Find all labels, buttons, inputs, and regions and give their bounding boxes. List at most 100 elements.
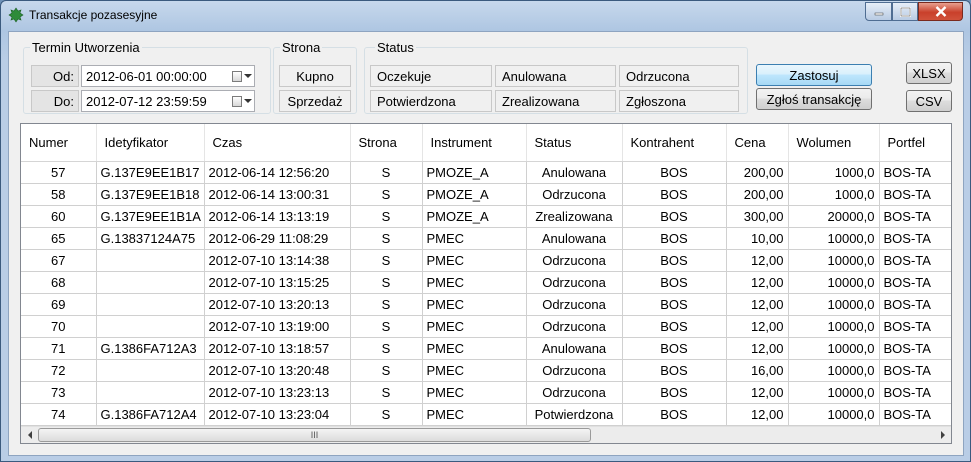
cell-cena: 12,00 <box>726 337 789 360</box>
cell-numer: 68 <box>21 271 97 294</box>
cell-portfel: BOS-TA <box>879 359 951 382</box>
cell-cena: 200,00 <box>726 183 789 206</box>
cell-kontrahent: BOS <box>622 227 727 250</box>
status-option-oczekuje[interactable]: Oczekuje <box>370 65 492 87</box>
cell-idetyfikator <box>96 315 205 338</box>
table-body: 57 G.137E9EE1B17 2012-06-14 12:56:20 S PMOZE… <box>21 161 951 426</box>
arrow-right-icon <box>940 431 945 439</box>
apply-button[interactable]: Zastosuj <box>756 64 872 86</box>
cell-czas: 2012-06-14 13:00:31 <box>204 183 351 206</box>
cell-cena: 12,00 <box>726 293 789 316</box>
status-option-odrzucona[interactable]: Odrzucona <box>619 65 739 87</box>
cell-instrument: PMEC <box>422 293 527 316</box>
cell-portfel: BOS-TA <box>879 161 951 184</box>
cell-strona: S <box>350 227 423 250</box>
cell-wolumen: 10000,0 <box>788 403 880 426</box>
title-bar[interactable]: Transakcje pozasesyjne <box>1 1 970 29</box>
cell-kontrahent: BOS <box>622 271 727 294</box>
cell-idetyfikator: G.1386FA712A3 <box>96 337 205 360</box>
cell-idetyfikator: G.137E9EE1B17 <box>96 161 205 184</box>
column-header-cena[interactable]: Cena <box>726 124 789 162</box>
column-header-wolumen[interactable]: Wolumen <box>788 124 880 162</box>
cell-strona: S <box>350 205 423 228</box>
scroll-left-button[interactable] <box>21 427 38 443</box>
export-csv-button[interactable]: CSV <box>906 90 952 112</box>
column-header-kontrahent[interactable]: Kontrahent <box>622 124 727 162</box>
calendar-icon <box>232 70 242 82</box>
horizontal-scrollbar[interactable]: III <box>21 426 951 443</box>
column-header-czas[interactable]: Czas <box>204 124 351 162</box>
table-row[interactable]: 68 2012-07-10 13:15:25 S PMEC Odrzucona BOS 12… <box>21 271 951 294</box>
cell-idetyfikator <box>96 359 205 382</box>
maximize-button[interactable] <box>892 2 918 21</box>
cell-wolumen: 1000,0 <box>788 161 880 184</box>
table-row[interactable]: 71 G.1386FA712A3 2012-07-10 13:18:57 S PMEC A… <box>21 337 951 360</box>
cell-cena: 12,00 <box>726 271 789 294</box>
cell-idetyfikator: G.137E9EE1B1A <box>96 205 205 228</box>
scrollbar-grip: III <box>310 430 319 440</box>
cell-kontrahent: BOS <box>622 249 727 272</box>
table-row[interactable]: 60 G.137E9EE1B1A 2012-06-14 13:13:19 S PMOZE… <box>21 205 951 228</box>
table-row[interactable]: 67 2012-07-10 13:14:38 S PMEC Odrzucona BOS 12… <box>21 249 951 272</box>
from-date-value: 2012-06-01 00:00:00 <box>86 69 207 84</box>
table-row[interactable]: 74 G.1386FA712A4 2012-07-10 13:23:04 S PMEC P… <box>21 403 951 426</box>
cell-czas: 2012-07-10 13:14:38 <box>204 249 351 272</box>
cell-wolumen: 10000,0 <box>788 293 880 316</box>
cell-instrument: PMOZE_A <box>422 183 527 206</box>
column-header-instrument[interactable]: Instrument <box>422 124 527 162</box>
cell-idetyfikator: G.1386FA712A4 <box>96 403 205 426</box>
cell-czas: 2012-07-10 13:19:00 <box>204 315 351 338</box>
strona-group: Strona Kupno Sprzedaż <box>273 40 357 114</box>
cell-status: Odrzucona <box>526 183 623 206</box>
transactions-table[interactable]: Numer Idetyfikator Czas Strona Instrumen… <box>20 123 952 444</box>
column-header-idetyfikator[interactable]: Idetyfikator <box>96 124 205 162</box>
scrollbar-thumb[interactable]: III <box>38 428 591 442</box>
status-option-anulowana[interactable]: Anulowana <box>495 65 616 87</box>
column-header-strona[interactable]: Strona <box>350 124 423 162</box>
cell-czas: 2012-07-10 13:15:25 <box>204 271 351 294</box>
column-header-status[interactable]: Status <box>526 124 623 162</box>
close-button[interactable] <box>918 2 963 21</box>
cell-portfel: BOS-TA <box>879 183 951 206</box>
table-header-row: Numer Idetyfikator Czas Strona Instrumen… <box>21 124 951 162</box>
minimize-button[interactable] <box>865 2 892 21</box>
to-calendar-dropdown[interactable] <box>232 94 252 108</box>
cell-status: Anulowana <box>526 337 623 360</box>
from-date-field[interactable]: 2012-06-01 00:00:00 <box>81 65 255 87</box>
table-row[interactable]: 69 2012-07-10 13:20:13 S PMEC Odrzucona BOS 12… <box>21 293 951 316</box>
cell-instrument: PMOZE_A <box>422 161 527 184</box>
column-header-portfel[interactable]: Portfel <box>879 124 951 162</box>
cell-strona: S <box>350 315 423 338</box>
from-label: Od: <box>31 65 79 87</box>
table-row[interactable]: 72 2012-07-10 13:20:48 S PMEC Odrzucona BOS 16… <box>21 359 951 382</box>
table-row[interactable]: 73 2012-07-10 13:23:13 S PMEC Odrzucona BOS 12… <box>21 381 951 404</box>
cell-strona: S <box>350 249 423 272</box>
to-date-field[interactable]: 2012-07-12 23:59:59 <box>81 90 255 112</box>
status-option-zrealizowana[interactable]: Zrealizowana <box>495 90 616 112</box>
report-transaction-button[interactable]: Zgłoś transakcję <box>756 88 872 110</box>
table-row[interactable]: 57 G.137E9EE1B17 2012-06-14 12:56:20 S PMOZE… <box>21 161 951 184</box>
cell-cena: 200,00 <box>726 161 789 184</box>
export-xlsx-button[interactable]: XLSX <box>906 62 952 84</box>
table-row[interactable]: 65 G.13837124A75 2012-06-29 11:08:29 S PMEC A… <box>21 227 951 250</box>
column-header-numer[interactable]: Numer <box>21 124 97 162</box>
to-date-value: 2012-07-12 23:59:59 <box>86 94 207 109</box>
status-option-potwierdzona[interactable]: Potwierdzona <box>370 90 492 112</box>
from-calendar-dropdown[interactable] <box>232 69 252 83</box>
cell-numer: 72 <box>21 359 97 382</box>
cell-status: Anulowana <box>526 161 623 184</box>
cell-numer: 74 <box>21 403 97 426</box>
table-row[interactable]: 70 2012-07-10 13:19:00 S PMEC Odrzucona BOS 12… <box>21 315 951 338</box>
table-row[interactable]: 58 G.137E9EE1B18 2012-06-14 13:00:31 S PMOZE… <box>21 183 951 206</box>
cell-kontrahent: BOS <box>622 403 727 426</box>
cell-portfel: BOS-TA <box>879 205 951 228</box>
strona-option-kupno[interactable]: Kupno <box>279 65 351 87</box>
scroll-right-button[interactable] <box>934 427 951 443</box>
cell-kontrahent: BOS <box>622 359 727 382</box>
status-option-zgloszona[interactable]: Zgłoszona <box>619 90 739 112</box>
cell-cena: 300,00 <box>726 205 789 228</box>
cell-strona: S <box>350 271 423 294</box>
cell-czas: 2012-07-10 13:20:48 <box>204 359 351 382</box>
strona-option-sprzedaz[interactable]: Sprzedaż <box>279 90 351 112</box>
close-icon <box>935 6 946 17</box>
